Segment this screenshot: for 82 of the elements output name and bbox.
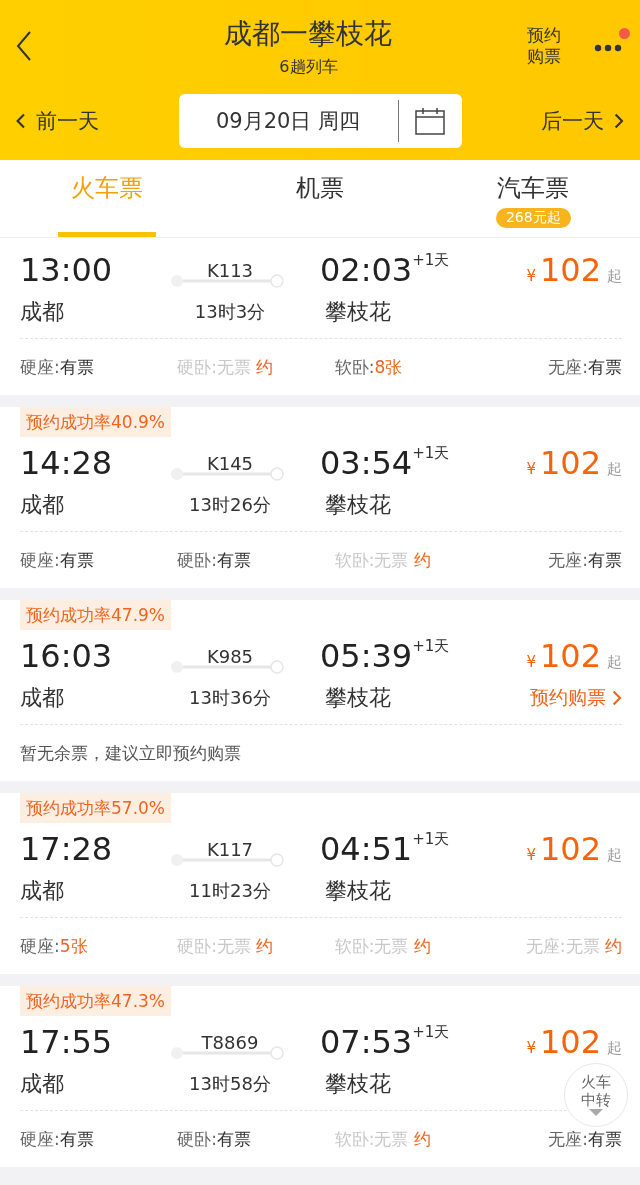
departure-time: 17:28 bbox=[20, 830, 114, 868]
success-rate-tag: 预约成功率47.9% bbox=[20, 600, 171, 630]
previous-day-button[interactable]: 前一天 bbox=[16, 107, 99, 135]
success-rate-tag: 预约成功率40.9% bbox=[20, 407, 171, 437]
seat-availability: 硬座:有票 bbox=[20, 355, 95, 379]
price-suffix: 起 bbox=[607, 846, 622, 865]
departure-station: 成都 bbox=[20, 1070, 65, 1098]
calendar-icon bbox=[415, 107, 445, 135]
more-icon[interactable] bbox=[594, 44, 622, 52]
price-suffix: 起 bbox=[607, 653, 622, 672]
duration: 13时36分 bbox=[189, 686, 271, 710]
duration: 13时58分 bbox=[189, 1072, 271, 1096]
departure-time: 13:00 bbox=[20, 251, 114, 289]
duration: 13时3分 bbox=[194, 300, 266, 324]
seat-availability: 硬座:有票 bbox=[20, 548, 95, 572]
price-suffix: 起 bbox=[607, 460, 622, 479]
next-day-button[interactable]: 后一天 bbox=[541, 107, 624, 135]
seat-availability: 硬卧:有票 bbox=[177, 1127, 253, 1151]
tab[interactable]: 汽车票 268元起 bbox=[426, 160, 640, 237]
day-offset: +1天 bbox=[412, 1023, 450, 1042]
price: 102 bbox=[539, 637, 601, 675]
currency-symbol: ¥ bbox=[526, 653, 536, 671]
date-picker[interactable]: 09月20日 周四 bbox=[178, 94, 462, 148]
arrival-station: 攀枝花 bbox=[324, 491, 392, 519]
train-number: K113 bbox=[206, 259, 254, 281]
day-offset: +1天 bbox=[412, 830, 450, 849]
price: 102 bbox=[539, 251, 601, 289]
arrival-time: 05:39 bbox=[320, 637, 413, 675]
day-offset: +1天 bbox=[412, 251, 450, 270]
departure-time: 16:03 bbox=[20, 637, 114, 675]
arrival-time: 07:53 bbox=[320, 1023, 413, 1061]
currency-symbol: ¥ bbox=[526, 1039, 536, 1057]
arrival-station: 攀枝花 bbox=[324, 684, 392, 712]
arrival-time: 04:51 bbox=[320, 830, 413, 868]
tab[interactable]: 机票 bbox=[213, 160, 427, 237]
seat-availability: 软卧:8张 bbox=[334, 355, 404, 379]
seat-availability: 硬座:5张 bbox=[20, 934, 89, 958]
seat-availability: 无座:有票 bbox=[547, 355, 622, 379]
duration: 13时26分 bbox=[189, 493, 271, 517]
date-text: 09月20日 周四 bbox=[214, 108, 362, 135]
departure-station: 成都 bbox=[20, 298, 65, 326]
seat-availability: 无座:有票 bbox=[547, 1127, 622, 1151]
price: 102 bbox=[539, 830, 601, 868]
price-suffix: 起 bbox=[607, 1039, 622, 1058]
departure-station: 成都 bbox=[20, 684, 65, 712]
arrival-station: 攀枝花 bbox=[324, 877, 392, 905]
arrival-time: 02:03 bbox=[320, 251, 413, 289]
price-badge: 268元起 bbox=[495, 208, 571, 228]
caret-down-icon bbox=[589, 1108, 603, 1116]
price: 102 bbox=[539, 1023, 601, 1061]
chevron-right-icon bbox=[614, 113, 624, 129]
arrival-station: 攀枝花 bbox=[324, 1070, 392, 1098]
success-rate-tag: 预约成功率57.0% bbox=[20, 793, 171, 823]
chevron-left-icon bbox=[16, 113, 26, 129]
day-offset: +1天 bbox=[412, 637, 450, 656]
success-rate-tag: 预约成功率47.3% bbox=[20, 986, 171, 1016]
day-offset: +1天 bbox=[412, 444, 450, 463]
departure-time: 17:55 bbox=[20, 1023, 114, 1061]
train-number: K985 bbox=[206, 645, 254, 667]
chevron-right-icon bbox=[612, 690, 622, 706]
arrival-station: 攀枝花 bbox=[324, 298, 392, 326]
departure-station: 成都 bbox=[20, 491, 65, 519]
route-title: 成都一攀枝花 bbox=[224, 15, 393, 52]
currency-symbol: ¥ bbox=[526, 267, 536, 285]
price: 102 bbox=[539, 444, 601, 482]
arrival-time: 03:54 bbox=[320, 444, 413, 482]
train-number: K145 bbox=[206, 452, 254, 474]
price-suffix: 起 bbox=[607, 267, 622, 286]
train-count: 6趟列车 bbox=[279, 56, 338, 78]
seat-availability: 硬座:有票 bbox=[20, 1127, 95, 1151]
reserve-button[interactable]: 预约购票 bbox=[524, 24, 564, 68]
train-number: K117 bbox=[206, 838, 254, 860]
availability-note: 暂无余票，建议立即预约购票 bbox=[20, 741, 242, 765]
seat-availability: 硬卧:有票 bbox=[177, 548, 253, 572]
train-number: T8869 bbox=[201, 1031, 259, 1053]
departure-time: 14:28 bbox=[20, 444, 114, 482]
back-icon[interactable] bbox=[16, 30, 32, 62]
seat-availability: 无座:有票 bbox=[547, 548, 622, 572]
duration: 11时23分 bbox=[189, 879, 271, 903]
departure-station: 成都 bbox=[20, 877, 65, 905]
currency-symbol: ¥ bbox=[526, 846, 536, 864]
currency-symbol: ¥ bbox=[526, 460, 536, 478]
